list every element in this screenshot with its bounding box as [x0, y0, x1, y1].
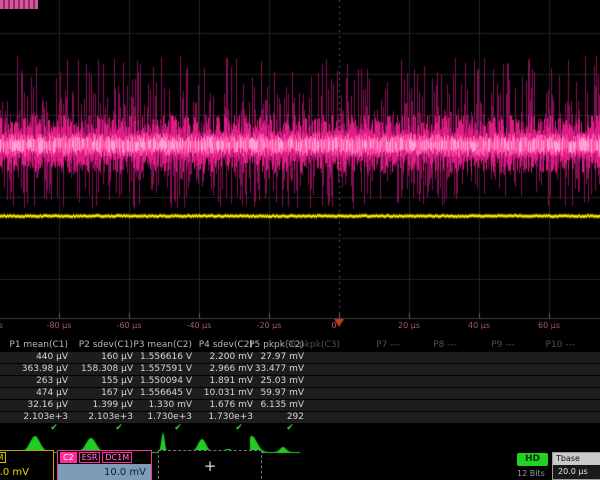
measure-value-max: 474 µV — [6, 388, 68, 399]
c2-esr-badge: ESR — [79, 452, 101, 463]
c1-coupling-badge: DC1M — [0, 452, 6, 463]
c1-scale-value: 10.0 mV — [0, 464, 53, 480]
status-check-icon: ✔ — [170, 423, 186, 433]
measure-value-min: 263 µV — [6, 376, 68, 387]
measure-column-header[interactable]: P7 --- — [338, 340, 400, 351]
c2-coupling-badge: DC1M — [102, 452, 132, 463]
timebase-value: 20.0 µs — [553, 465, 600, 476]
oscilloscope-screen: -100 µs -80 µs -60 µs -40 µs -20 µs 0 20 µs 40 … — [0, 0, 600, 480]
c2-scale-value: 10.0 mV — [58, 464, 151, 480]
axis-tick-label: 60 µs — [538, 321, 560, 330]
timebase-title: Tbase — [553, 453, 600, 465]
measure-column-header[interactable]: P3 mean(C2) — [130, 340, 192, 351]
status-check-icon: ✔ — [111, 423, 127, 433]
measure-value-value: 27.97 mV — [242, 352, 304, 363]
timebase-descriptor[interactable]: Tbase 20.0 µs — [552, 452, 600, 480]
axis-tick-label: 20 µs — [398, 321, 420, 330]
bit-depth-label: 12 Bits — [517, 469, 545, 478]
axis-tick-label: 0 — [331, 321, 336, 330]
measure-value-sdev: 32.16 µV — [6, 400, 68, 411]
channel-descriptor-c1[interactable]: C1 DC1M 10.0 mV — [0, 450, 54, 480]
measure-value-mean: 158.308 µV — [71, 364, 133, 375]
measure-column-header[interactable]: P2 sdev(C1) — [71, 340, 133, 351]
measure-value-num: 1.730e+3 — [130, 412, 192, 423]
measure-value-min: 155 µV — [71, 376, 133, 387]
measure-value-value: 1.556616 V — [130, 352, 192, 363]
measure-column-header[interactable]: P8 --- — [395, 340, 457, 351]
measure-value-mean: 1.557591 V — [130, 364, 192, 375]
measure-value-max: 1.556645 V — [130, 388, 192, 399]
measure-value-max: 59.97 mV — [242, 388, 304, 399]
time-axis: -100 µs -80 µs -60 µs -40 µs -20 µs 0 20 µs 40 … — [0, 321, 600, 333]
measure-column-header[interactable]: P6 pkpk(C3) — [278, 340, 340, 351]
measure-value-mean: 33.477 mV — [242, 364, 304, 375]
add-trace-button[interactable]: + — [158, 450, 262, 480]
measure-value-value: 440 µV — [6, 352, 68, 363]
axis-tick-label: -100 µs — [0, 321, 3, 330]
measure-value-sdev: 1.330 mV — [130, 400, 192, 411]
measure-value-num: 2.103e+3 — [6, 412, 68, 423]
channel-descriptor-c2[interactable]: C2 ESR DC1M 10.0 mV — [57, 450, 152, 480]
measure-column-header[interactable]: P9 --- — [453, 340, 515, 351]
menu-highlight-badge[interactable] — [0, 0, 38, 9]
measure-value-min: 1.550094 V — [130, 376, 192, 387]
axis-tick-label: -60 µs — [117, 321, 142, 330]
axis-tick-label: -80 µs — [47, 321, 72, 330]
axis-tick-label: -20 µs — [257, 321, 282, 330]
measure-value-value: 160 µV — [71, 352, 133, 363]
status-check-icon: ✔ — [46, 423, 62, 433]
measure-value-num: 292 — [242, 412, 304, 423]
c2-label: C2 — [60, 452, 77, 463]
measure-value-sdev: 6.135 mV — [242, 400, 304, 411]
measure-value-sdev: 1.399 µV — [71, 400, 133, 411]
plus-icon: + — [204, 457, 217, 475]
status-check-icon: ✔ — [282, 423, 298, 433]
measure-column-header[interactable]: P10 --- — [513, 340, 575, 351]
axis-tick-label: 40 µs — [468, 321, 490, 330]
measure-value-mean: 363.98 µV — [6, 364, 68, 375]
status-check-icon: ✔ — [231, 423, 247, 433]
measure-value-num: 2.103e+3 — [71, 412, 133, 423]
measure-value-max: 167 µV — [71, 388, 133, 399]
measure-value-min: 25.03 mV — [242, 376, 304, 387]
measure-column-header[interactable]: P1 mean(C1) — [6, 340, 68, 351]
axis-tick-label: -40 µs — [187, 321, 212, 330]
hd-mode-badge[interactable]: HD — [517, 453, 548, 466]
